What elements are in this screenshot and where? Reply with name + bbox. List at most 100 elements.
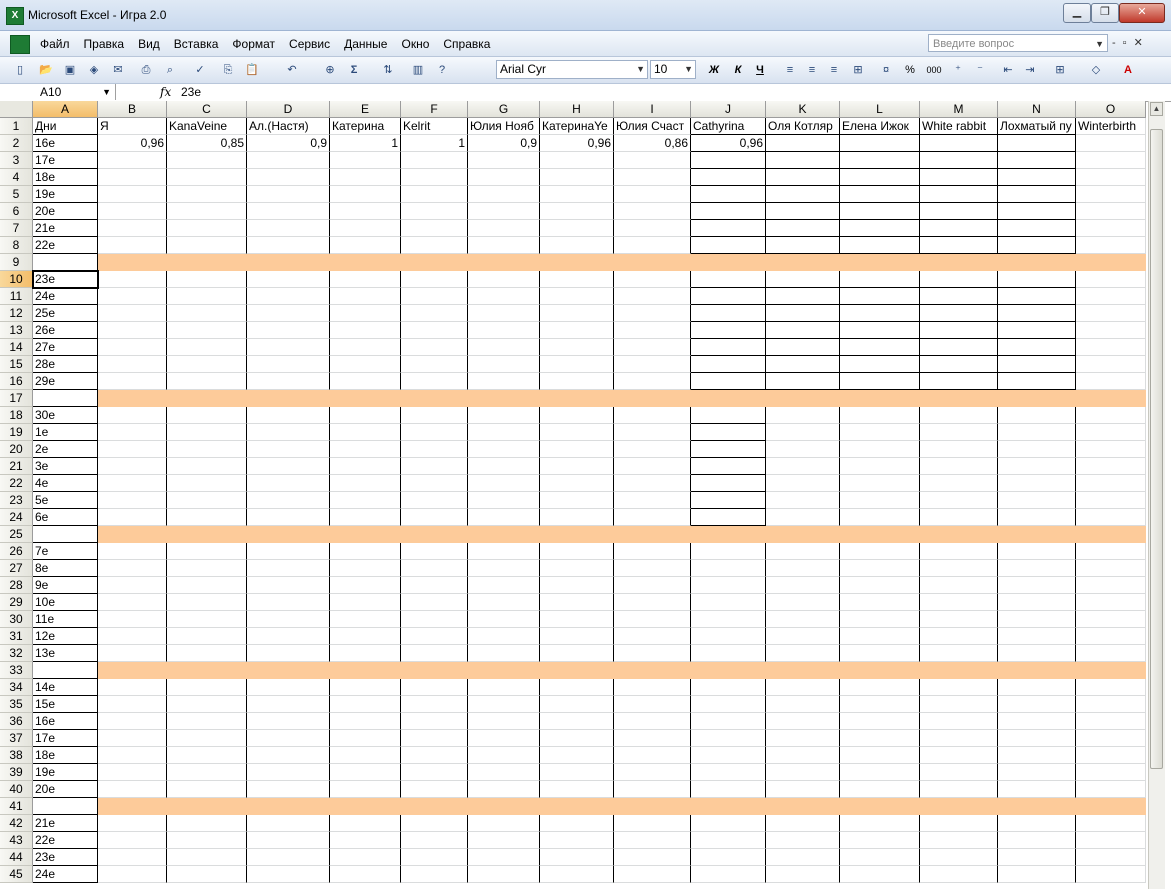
- font-size-select[interactable]: 10 ▼: [650, 60, 696, 79]
- cell[interactable]: [98, 611, 167, 628]
- cell[interactable]: 1: [330, 135, 401, 152]
- cell[interactable]: [247, 152, 330, 169]
- cell[interactable]: [540, 781, 614, 798]
- cell[interactable]: [998, 186, 1076, 203]
- cell[interactable]: [998, 747, 1076, 764]
- cell[interactable]: [840, 611, 920, 628]
- cell[interactable]: [540, 458, 614, 475]
- cell[interactable]: [468, 441, 540, 458]
- cell[interactable]: [840, 543, 920, 560]
- cell[interactable]: [998, 475, 1076, 492]
- hyperlink-icon[interactable]: ⊕: [322, 62, 338, 78]
- cell[interactable]: [247, 866, 330, 883]
- cell[interactable]: 17е: [33, 730, 98, 747]
- cell[interactable]: [247, 747, 330, 764]
- cell[interactable]: 0,9: [468, 135, 540, 152]
- cell[interactable]: [247, 458, 330, 475]
- cell[interactable]: [920, 492, 998, 509]
- cell[interactable]: [691, 424, 766, 441]
- select-all-corner[interactable]: [0, 101, 33, 118]
- menu-item[interactable]: Вид: [138, 37, 160, 51]
- cell[interactable]: [247, 322, 330, 339]
- cell[interactable]: [614, 373, 691, 390]
- cell[interactable]: [33, 798, 98, 815]
- row-header[interactable]: 16: [0, 373, 33, 390]
- row-header[interactable]: 45: [0, 866, 33, 883]
- cell[interactable]: [998, 628, 1076, 645]
- cell[interactable]: [998, 305, 1076, 322]
- cell[interactable]: [766, 577, 840, 594]
- row-header[interactable]: 37: [0, 730, 33, 747]
- menu-item[interactable]: Данные: [344, 37, 387, 51]
- cell[interactable]: [1076, 424, 1146, 441]
- cell[interactable]: [1076, 866, 1146, 883]
- cell[interactable]: [468, 696, 540, 713]
- cell[interactable]: [167, 815, 247, 832]
- cell[interactable]: [540, 560, 614, 577]
- cell[interactable]: [766, 696, 840, 713]
- cell[interactable]: [920, 543, 998, 560]
- cell[interactable]: [468, 305, 540, 322]
- cell[interactable]: [468, 458, 540, 475]
- cell[interactable]: [840, 713, 920, 730]
- cell[interactable]: [468, 849, 540, 866]
- cell[interactable]: [468, 424, 540, 441]
- cell[interactable]: 0,96: [98, 135, 167, 152]
- cell[interactable]: [920, 356, 998, 373]
- cell[interactable]: [98, 645, 167, 662]
- cell[interactable]: 12е: [33, 628, 98, 645]
- cell[interactable]: [614, 815, 691, 832]
- cell[interactable]: [766, 203, 840, 220]
- cell[interactable]: [33, 526, 98, 543]
- workbook-icon[interactable]: [10, 35, 30, 54]
- cell[interactable]: [614, 441, 691, 458]
- cell[interactable]: [1076, 560, 1146, 577]
- cell[interactable]: [401, 407, 468, 424]
- cell[interactable]: [247, 220, 330, 237]
- cell[interactable]: [167, 288, 247, 305]
- cell[interactable]: 19е: [33, 764, 98, 781]
- cell[interactable]: [167, 747, 247, 764]
- cell[interactable]: [920, 373, 998, 390]
- cell[interactable]: [1076, 594, 1146, 611]
- cell[interactable]: [167, 611, 247, 628]
- cell[interactable]: [840, 492, 920, 509]
- cell[interactable]: [1076, 696, 1146, 713]
- cell[interactable]: [766, 237, 840, 254]
- cell[interactable]: [998, 679, 1076, 696]
- header-cell[interactable]: White rabbit: [920, 118, 998, 135]
- cell[interactable]: [766, 645, 840, 662]
- cell[interactable]: [614, 424, 691, 441]
- cell[interactable]: [247, 560, 330, 577]
- undo-icon[interactable]: ↶: [284, 62, 300, 78]
- cell[interactable]: [247, 543, 330, 560]
- cell[interactable]: [98, 169, 167, 186]
- cell[interactable]: [468, 492, 540, 509]
- menu-item[interactable]: Сервис: [289, 37, 330, 51]
- cell[interactable]: [1076, 815, 1146, 832]
- header-cell[interactable]: Оля Котляр: [766, 118, 840, 135]
- cell[interactable]: [167, 764, 247, 781]
- cell[interactable]: [691, 611, 766, 628]
- cell[interactable]: [691, 747, 766, 764]
- cell[interactable]: [540, 305, 614, 322]
- cell[interactable]: [1076, 611, 1146, 628]
- cell[interactable]: [766, 832, 840, 849]
- cell[interactable]: [330, 339, 401, 356]
- cell[interactable]: [167, 730, 247, 747]
- row-header[interactable]: 19: [0, 424, 33, 441]
- cell[interactable]: [920, 679, 998, 696]
- paste-icon[interactable]: 📋: [244, 62, 260, 78]
- cell[interactable]: [330, 203, 401, 220]
- cell[interactable]: [468, 475, 540, 492]
- cell[interactable]: [401, 645, 468, 662]
- cell[interactable]: [998, 288, 1076, 305]
- cell[interactable]: 4е: [33, 475, 98, 492]
- cell[interactable]: [998, 764, 1076, 781]
- cell[interactable]: [540, 441, 614, 458]
- cell[interactable]: [98, 747, 167, 764]
- cell[interactable]: [1076, 407, 1146, 424]
- row-header[interactable]: 17: [0, 390, 33, 407]
- cell[interactable]: [614, 713, 691, 730]
- cell[interactable]: [766, 458, 840, 475]
